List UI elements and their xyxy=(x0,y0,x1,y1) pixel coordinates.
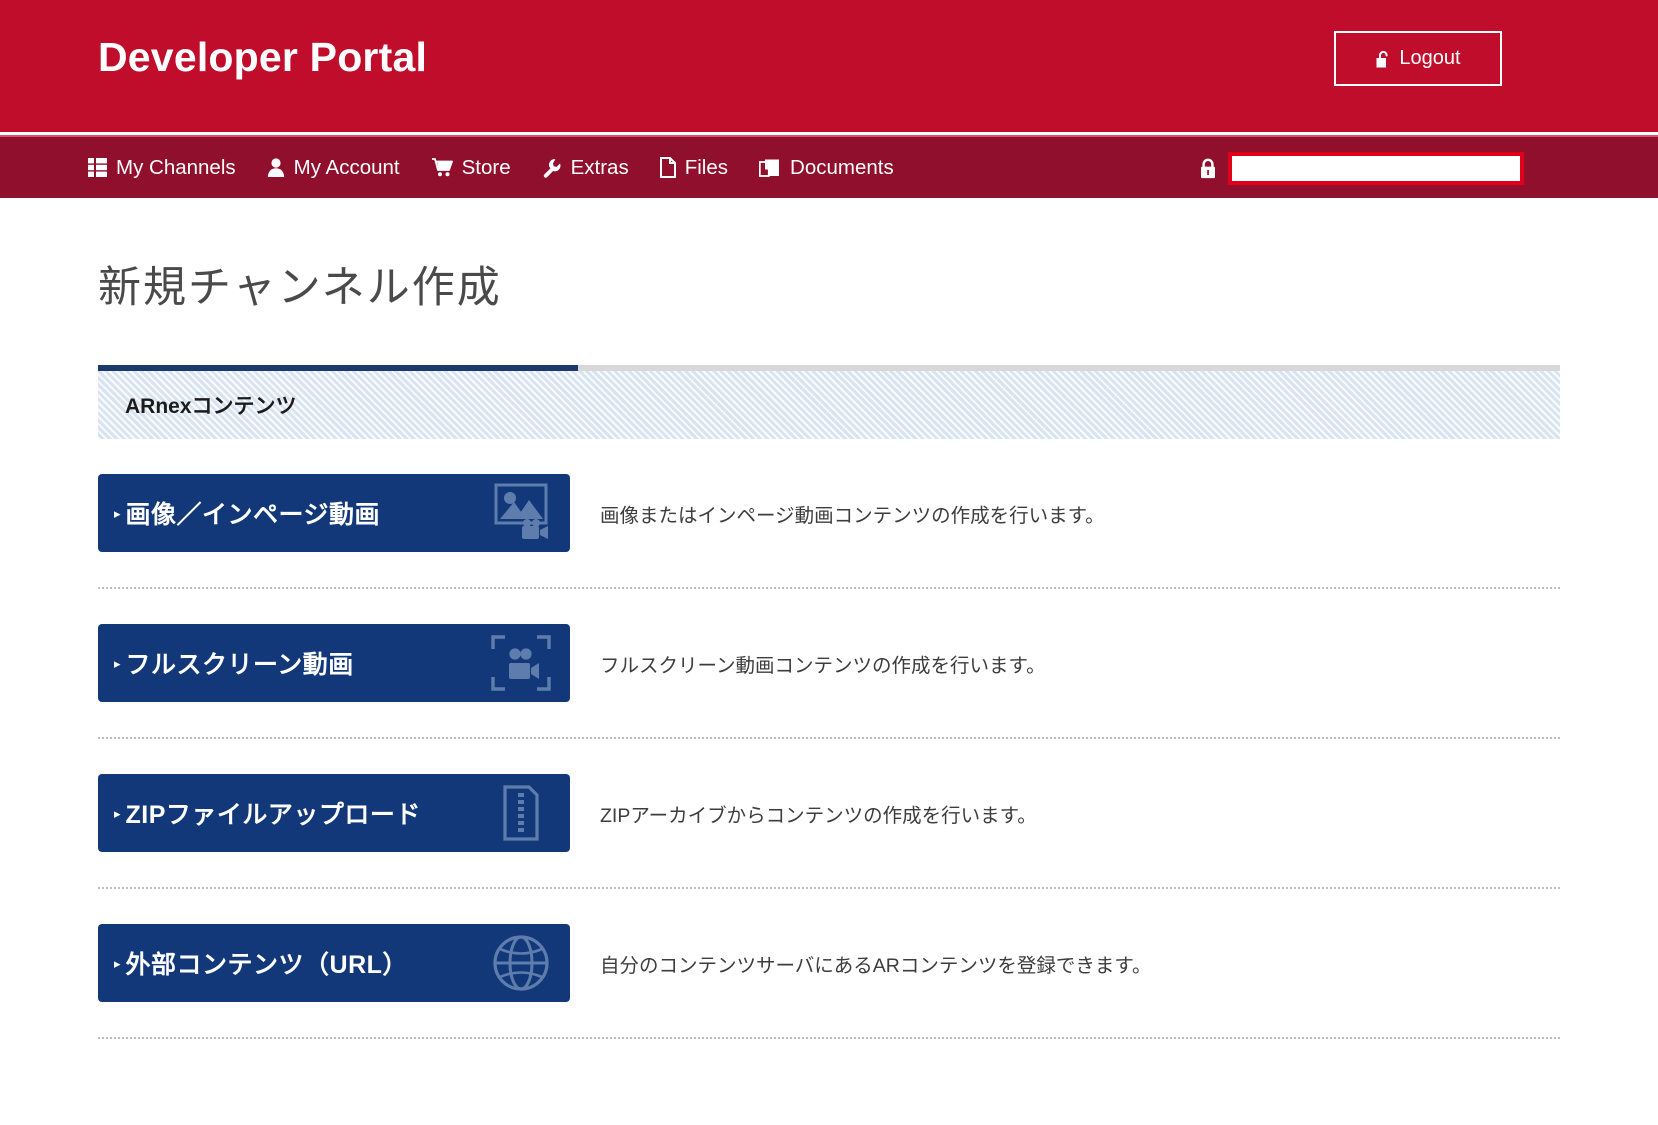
register-external-url-button[interactable]: ▸ 外部コンテンツ（URL） xyxy=(98,924,570,1002)
brand-title: Developer Portal xyxy=(98,34,428,80)
nav-label: Store xyxy=(461,155,511,179)
option-description: ZIPアーカイブからコンテンツの作成を行います。 xyxy=(600,804,1037,827)
site-header: Developer Portal Logout xyxy=(0,0,1658,135)
list-item: ▸ 外部コンテンツ（URL） 自分のコンテンツサーバにあるARコンテンツを登録で… xyxy=(98,889,1560,1039)
nav-item-extras[interactable]: Extras xyxy=(542,152,645,184)
option-description: 自分のコンテンツサーバにあるARコンテンツを登録できます。 xyxy=(600,954,1152,977)
section-header: ARnexコンテンツ xyxy=(98,371,1560,439)
option-description: フルスクリーン動画コンテンツの作成を行います。 xyxy=(600,654,1046,677)
create-image-inpage-video-button[interactable]: ▸ 画像／インページ動画 xyxy=(98,474,570,552)
active-tab-indicator xyxy=(98,365,578,371)
nav-label: My Account xyxy=(293,155,400,179)
wrench-icon xyxy=(542,158,562,178)
fullscreen-video-icon xyxy=(488,630,554,696)
lock-icon xyxy=(1199,158,1217,180)
nav-search-area xyxy=(1199,137,1524,200)
list-item: ▸ ZIPファイルアップロード ZIPアーカイブからコンテンツの作成を行います。 xyxy=(98,739,1560,889)
option-description: 画像またはインページ動画コンテンツの作成を行います。 xyxy=(600,504,1105,527)
list-item: ▸ 画像／インページ動画 画像またはインページ動画コンテンツの作成を行います。 xyxy=(98,439,1560,589)
logout-label: Logout xyxy=(1399,47,1461,69)
search-input[interactable] xyxy=(1228,152,1524,185)
nav-label: My Channels xyxy=(116,155,236,179)
nav-item-files[interactable]: Files xyxy=(659,152,744,184)
nav-item-my-channels[interactable]: My Channels xyxy=(88,152,252,184)
nav-item-store[interactable]: Store xyxy=(431,152,527,184)
grid-list-icon xyxy=(88,158,107,177)
user-icon xyxy=(267,158,285,177)
unlock-icon xyxy=(1375,49,1392,69)
nav-item-list: My Channels My Account Store Extras File… xyxy=(88,152,925,184)
logout-button[interactable]: Logout xyxy=(1334,31,1502,86)
shopping-cart-icon xyxy=(431,158,453,177)
caret-icon: ▸ xyxy=(114,955,121,971)
nav-item-my-account[interactable]: My Account xyxy=(267,152,416,184)
nav-label: Extras xyxy=(570,155,629,179)
option-label: ZIPファイルアップロード xyxy=(125,801,421,829)
page-content: 新規チャンネル作成 ARnexコンテンツ ▸ 画像／インページ動画 画像またはイ… xyxy=(0,253,1658,1039)
zip-file-icon xyxy=(488,780,554,846)
section-header-label: ARnexコンテンツ xyxy=(125,395,297,418)
content-type-list: ▸ 画像／インページ動画 画像またはインページ動画コンテンツの作成を行います。 … xyxy=(98,439,1560,1039)
content-section: ARnexコンテンツ xyxy=(98,365,1560,439)
nav-label: Documents xyxy=(790,155,894,179)
list-item: ▸ フルスクリーン動画 フルスクリーン動画コンテンツの作成を行います。 xyxy=(98,589,1560,739)
caret-icon: ▸ xyxy=(114,805,121,821)
page-title: 新規チャンネル作成 xyxy=(98,264,502,312)
documents-stack-icon xyxy=(759,158,781,178)
nav-item-documents[interactable]: Documents xyxy=(759,152,910,184)
image-video-icon xyxy=(488,480,554,546)
caret-icon: ▸ xyxy=(114,655,121,671)
globe-icon xyxy=(488,930,554,996)
file-icon xyxy=(659,157,676,178)
option-label: フルスクリーン動画 xyxy=(125,651,354,679)
create-fullscreen-video-button[interactable]: ▸ フルスクリーン動画 xyxy=(98,624,570,702)
section-tab-strip xyxy=(98,365,1560,371)
caret-icon: ▸ xyxy=(114,505,121,521)
option-label: 画像／インページ動画 xyxy=(125,501,381,529)
option-label: 外部コンテンツ（URL） xyxy=(125,951,408,979)
upload-zip-file-button[interactable]: ▸ ZIPファイルアップロード xyxy=(98,774,570,852)
nav-label: Files xyxy=(684,155,729,179)
main-navigation: My Channels My Account Store Extras File… xyxy=(0,135,1658,198)
